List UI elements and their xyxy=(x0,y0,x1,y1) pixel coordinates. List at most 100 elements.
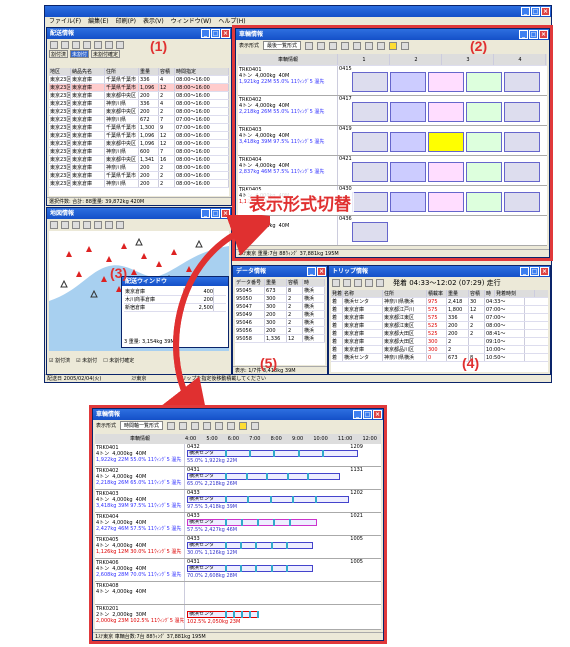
maximize-button[interactable]: □ xyxy=(530,267,539,276)
trip-bar[interactable]: 横浜センタ xyxy=(187,496,349,503)
vehicle-row[interactable]: TRK0406 4トン 4,000kg 40M 0436 xyxy=(238,216,547,246)
table-row[interactable]: 東京23区 東京倉庫 東京都中央区 200 2 08:00〜16:00 xyxy=(49,92,229,100)
menu-view[interactable]: 表示(V) xyxy=(143,17,164,26)
maximize-button[interactable]: □ xyxy=(211,29,220,38)
stop-marker[interactable] xyxy=(225,519,227,526)
col-header[interactable]: 容積 xyxy=(287,279,303,286)
close-button[interactable]: × xyxy=(541,7,550,16)
table-row[interactable]: 東京23区 東京倉庫 東京都中央区 1,341 16 08:00〜16:00 xyxy=(49,156,229,164)
table-row[interactable]: 着東京倉庫 東京都江戸川 575 1,800 12 07:00〜 xyxy=(331,306,548,314)
close-button[interactable]: × xyxy=(317,267,326,276)
print-icon[interactable] xyxy=(72,40,80,49)
table-icon[interactable] xyxy=(61,40,69,49)
menu-file[interactable]: ファイル(F) xyxy=(49,17,81,26)
save-icon[interactable] xyxy=(401,41,410,50)
stop-marker[interactable] xyxy=(225,565,227,572)
minimize-button[interactable]: _ xyxy=(353,410,362,419)
col-header[interactable]: 積載率 xyxy=(427,290,447,297)
menu-print[interactable]: 印刷(P) xyxy=(116,17,136,26)
col-header[interactable]: 住所 xyxy=(383,290,427,297)
stop-marker[interactable] xyxy=(249,450,252,457)
schedule-block[interactable] xyxy=(352,102,388,122)
table-row[interactable]: 東京23区 東京倉庫 神奈川県 600 7 08:00〜16:00 xyxy=(49,148,229,156)
maximize-button[interactable]: □ xyxy=(363,410,372,419)
stop-marker[interactable] xyxy=(314,496,317,503)
vehicle-row[interactable]: TRK0401 4トン 4,000kg 40M 1,922kg 22M 55.0% 11… xyxy=(95,444,381,467)
table-row[interactable]: 着横浜センタ 神奈川県横浜 0 673 8 10:50〜 xyxy=(331,354,548,362)
schedule-block[interactable] xyxy=(504,192,540,212)
schedule-block[interactable] xyxy=(390,192,426,212)
stop-marker[interactable] xyxy=(225,473,227,480)
stop-marker[interactable] xyxy=(247,496,250,503)
stop-marker[interactable] xyxy=(255,542,258,549)
trip-bar[interactable]: 横浜センタ xyxy=(187,542,313,549)
stop-marker[interactable] xyxy=(225,450,227,457)
schedule-block[interactable] xyxy=(428,72,464,92)
minimize-button[interactable]: _ xyxy=(307,267,316,276)
table-row[interactable]: 東京23区 東京倉庫 神奈川県 672 7 07:00〜16:00 xyxy=(49,116,229,124)
stop-marker[interactable] xyxy=(292,496,295,503)
grid-icon[interactable] xyxy=(94,220,102,229)
col-header[interactable]: 時 xyxy=(303,279,325,286)
stop-marker[interactable] xyxy=(297,450,300,457)
stop-marker[interactable] xyxy=(289,519,291,526)
tab-unassigned-confirmed[interactable]: 未割付確定 xyxy=(91,50,121,58)
menu-window[interactable]: ウィンドウ(W) xyxy=(171,17,212,26)
trip-bar[interactable]: 横浜センタ xyxy=(187,519,317,526)
select-icon[interactable] xyxy=(83,220,91,229)
stop-marker[interactable] xyxy=(257,519,259,526)
format-select[interactable]: 時間軸一覧形式 xyxy=(120,421,164,430)
info-icon[interactable] xyxy=(377,41,386,50)
col-header[interactable]: 住所 xyxy=(105,68,139,75)
vehicle-row[interactable]: TRK0403 4トン 4,000kg 40M 3,418kg 39M 97.5% 11… xyxy=(238,126,547,156)
stop-marker[interactable] xyxy=(273,450,276,457)
stop-marker[interactable] xyxy=(225,496,227,503)
stop-marker[interactable] xyxy=(257,611,259,618)
filter-unassigned[interactable]: ☑ 未割付 xyxy=(76,357,97,364)
search-icon[interactable] xyxy=(376,278,384,287)
info-icon[interactable] xyxy=(227,421,236,430)
stop-marker[interactable] xyxy=(241,611,243,618)
sort-icon[interactable] xyxy=(365,41,374,50)
col-header[interactable]: 時間指定 xyxy=(175,68,229,75)
search-icon[interactable] xyxy=(353,41,362,50)
schedule-block[interactable] xyxy=(428,132,464,152)
minimize-button[interactable]: _ xyxy=(519,30,528,39)
stop-marker[interactable] xyxy=(307,473,310,480)
stop-marker[interactable] xyxy=(241,519,243,526)
trip-bar[interactable]: 横浜センタ xyxy=(187,565,313,572)
close-button[interactable]: × xyxy=(539,30,548,39)
table-icon[interactable] xyxy=(305,41,314,50)
cut-icon[interactable] xyxy=(191,421,200,430)
stop-marker[interactable] xyxy=(245,473,248,480)
sort-icon[interactable] xyxy=(215,421,224,430)
schedule-block[interactable] xyxy=(390,72,426,92)
table-row[interactable]: 東京23区 東京倉庫 千葉県千葉市 1,096 12 08:00〜16:00 xyxy=(49,132,229,140)
schedule-block[interactable] xyxy=(352,72,388,92)
stop-marker[interactable] xyxy=(255,565,258,572)
table-row[interactable]: 東京23区 東京倉庫 神奈川県 200 2 08:00〜16:00 xyxy=(49,164,229,172)
schedule-block[interactable] xyxy=(390,132,426,152)
filter-assigned[interactable]: ☑ 割付済 xyxy=(49,357,70,364)
stop-marker[interactable] xyxy=(240,565,243,572)
lock-icon[interactable] xyxy=(239,421,248,430)
stop-marker[interactable] xyxy=(269,496,272,503)
table-row[interactable]: 着東京倉庫 東京都品川区 300 2 10:00〜 xyxy=(331,346,548,354)
tab-unassigned[interactable]: 未割付 xyxy=(70,50,90,58)
schedule-block[interactable] xyxy=(466,72,502,92)
schedule-block[interactable] xyxy=(428,192,464,212)
schedule-block[interactable] xyxy=(352,222,388,242)
col-header[interactable]: 発着 xyxy=(331,290,343,297)
table-row[interactable]: 東京23区 東京倉庫 千葉県千葉市 336 4 08:00〜16:00 xyxy=(49,76,229,84)
refresh-icon[interactable] xyxy=(329,41,338,50)
schedule-block[interactable] xyxy=(466,192,502,212)
minimize-button[interactable]: _ xyxy=(520,267,529,276)
print-icon[interactable] xyxy=(116,220,124,229)
zoom-out-icon[interactable] xyxy=(72,220,80,229)
table-row[interactable]: 着東京倉庫 東京都江東区 575 336 4 07:00〜 xyxy=(331,314,548,322)
open-icon[interactable] xyxy=(50,40,58,49)
print-icon[interactable] xyxy=(317,41,326,50)
stop-marker[interactable] xyxy=(286,473,289,480)
table-row[interactable]: 東京23区 東京倉庫 神奈川県 200 2 08:00〜16:00 xyxy=(49,180,229,188)
cut-icon[interactable] xyxy=(365,278,373,287)
